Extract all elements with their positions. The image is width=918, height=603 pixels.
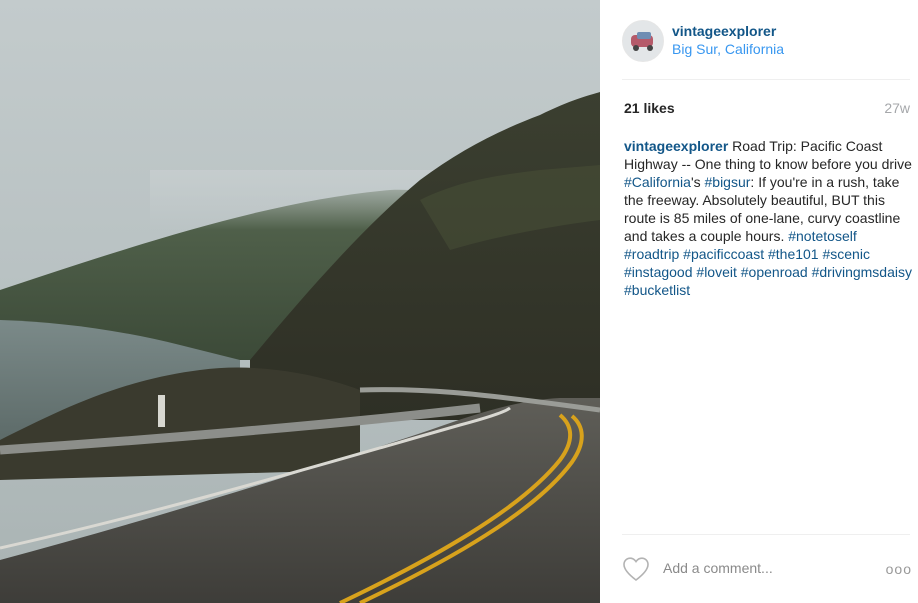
heart-icon[interactable] (622, 556, 650, 582)
hashtag-link[interactable]: #pacificcoast (683, 246, 764, 262)
add-comment-input[interactable]: Add a comment... (663, 560, 773, 576)
username-link[interactable]: vintageexplorer (672, 23, 776, 39)
hashtag-link[interactable]: #loveit (696, 264, 736, 280)
post-details-panel: vintageexplorer Big Sur, California 21 l… (600, 0, 918, 603)
post-time[interactable]: 27w (884, 100, 910, 116)
avatar-image (623, 21, 663, 61)
avatar[interactable] (622, 20, 664, 62)
hashtag-link[interactable]: #notetoself (788, 228, 857, 244)
hashtag-link[interactable]: #instagood (624, 264, 693, 280)
hashtag-link[interactable]: #bigsur (705, 174, 751, 190)
divider (622, 79, 910, 80)
hashtag-link[interactable]: #drivingmsdaisy (812, 264, 912, 280)
post-photo[interactable] (0, 0, 600, 603)
hashtag-link[interactable]: #scenic (822, 246, 869, 262)
hashtag-link[interactable]: #openroad (741, 264, 808, 280)
hashtag-link[interactable]: #the101 (768, 246, 819, 262)
divider (622, 534, 910, 535)
location-link[interactable]: Big Sur, California (672, 41, 784, 57)
caption-username[interactable]: vintageexplorer (624, 138, 728, 154)
caption: vintageexplorer Road Trip: Pacific Coast… (624, 137, 914, 299)
likes-count[interactable]: 21 likes (624, 100, 675, 116)
hashtag-link[interactable]: #bucketlist (624, 282, 690, 298)
road-landscape-image (0, 0, 600, 603)
caption-text: 's (690, 174, 705, 190)
more-options-icon[interactable]: ooo (886, 561, 912, 577)
hashtag-link[interactable]: #roadtrip (624, 246, 679, 262)
post-header: vintageexplorer Big Sur, California (622, 20, 912, 64)
hashtag-link[interactable]: #California (624, 174, 691, 190)
